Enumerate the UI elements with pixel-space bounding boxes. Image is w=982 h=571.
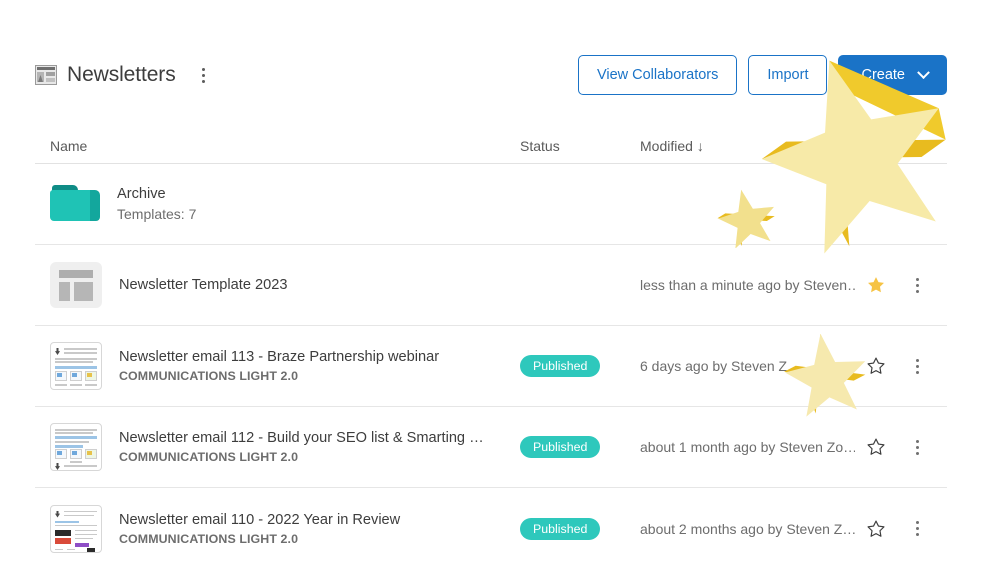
row-status-cell: Published (520, 355, 640, 377)
row-overflow-menu-icon[interactable] (897, 439, 937, 455)
star-filled-icon (868, 277, 884, 293)
create-button-label: Create (861, 67, 905, 83)
row-favorite-toggle[interactable] (855, 356, 897, 376)
page-header: Newsletters View Collaborators Import Cr… (35, 52, 947, 98)
column-header-name[interactable]: Name (35, 138, 520, 154)
row-favorite-toggle[interactable] (855, 275, 897, 295)
status-badge: Published (520, 436, 601, 458)
row-title: Archive (117, 186, 166, 202)
chevron-down-icon (917, 65, 930, 79)
row-subtitle: COMMUNICATIONS LIGHT 2.0 (119, 450, 299, 464)
status-badge: Published (520, 355, 601, 377)
table-header-row: Name Status Modified ↓ (35, 128, 947, 164)
header-actions: View Collaborators Import Create (577, 55, 947, 95)
newsletters-page: Newsletters View Collaborators Import Cr… (0, 0, 982, 571)
column-header-modified-label: Modified (640, 137, 693, 154)
row-status-cell: Published (520, 517, 640, 540)
row-modified-cell: less than a minute ago by Steven… (640, 277, 855, 293)
row-subtitle: COMMUNICATIONS LIGHT 2.0 (119, 531, 299, 546)
row-favorite-toggle[interactable] (855, 437, 897, 457)
table-row[interactable]: Newsletter email 113 - Braze Partnership… (35, 326, 947, 407)
email-template-thumbnail-c (50, 504, 102, 553)
row-name-cell: Newsletter Template 2023 (35, 262, 520, 308)
row-title: Newsletter Template 2023 (119, 277, 288, 293)
row-overflow-menu-icon[interactable] (897, 277, 937, 293)
row-modified-cell: about 1 month ago by Steven Zo… (640, 439, 855, 455)
row-name-text: Newsletter email 112 - Build your SEO li… (119, 430, 484, 464)
row-name-text: Newsletter Template 2023 (119, 277, 287, 293)
view-collaborators-button[interactable]: View Collaborators (577, 55, 738, 95)
row-overflow-menu-icon[interactable] (897, 196, 937, 212)
row-favorite-toggle[interactable] (855, 519, 897, 539)
table-row[interactable]: Newsletter email 110 - 2022 Year in Revi… (35, 488, 947, 569)
column-header-status[interactable]: Status (520, 138, 640, 154)
email-template-thumbnail-b (50, 423, 102, 471)
table-row[interactable]: Newsletter email 112 - Build your SEO li… (35, 407, 947, 488)
row-name-text: Newsletter email 113 - Braze Partnership… (119, 349, 439, 383)
star-outline-icon (867, 357, 885, 374)
row-name-cell: Newsletter email 113 - Braze Partnership… (35, 342, 520, 390)
row-title: Newsletter email 112 - Build your SEO li… (119, 430, 484, 446)
row-overflow-menu-icon[interactable] (897, 521, 937, 536)
star-outline-icon (867, 520, 885, 537)
table-row[interactable]: Archive Templates: 7 (35, 164, 947, 245)
row-name-text: Archive Templates: 7 (117, 186, 196, 222)
row-name-cell: Newsletter email 110 - 2022 Year in Revi… (35, 504, 520, 553)
row-name-text: Newsletter email 110 - 2022 Year in Revi… (119, 512, 400, 546)
newsletters-table: Name Status Modified ↓ Archive Templates… (35, 128, 947, 569)
newsletter-thumbnail-icon (35, 65, 57, 85)
sort-descending-icon: ↓ (696, 137, 704, 154)
row-title: Newsletter email 113 - Braze Partnership… (119, 349, 440, 365)
row-overflow-menu-icon[interactable] (897, 358, 937, 374)
star-outline-icon (867, 438, 885, 455)
row-name-cell: Archive Templates: 7 (35, 185, 520, 223)
page-overflow-menu-icon[interactable] (195, 64, 213, 86)
row-modified-cell: about 2 months ago by Steven Z… (640, 520, 855, 537)
page-title: Newsletters (67, 63, 176, 86)
column-header-modified[interactable]: Modified ↓ (640, 138, 855, 154)
layout-placeholder-icon (50, 262, 102, 308)
folder-icon (50, 185, 100, 223)
title-group: Newsletters (35, 63, 213, 87)
email-template-thumbnail-a (50, 342, 102, 390)
row-modified-cell: 6 days ago by Steven Z… (640, 358, 802, 374)
row-name-cell: Newsletter email 112 - Build your SEO li… (35, 423, 520, 471)
row-title: Newsletter email 110 - 2022 Year in Revi… (119, 511, 401, 528)
row-status-cell: Published (520, 436, 640, 458)
create-button[interactable]: Create (838, 55, 947, 95)
row-subtitle: COMMUNICATIONS LIGHT 2.0 (119, 369, 299, 383)
row-subtitle: Templates: 7 (117, 206, 197, 222)
table-row[interactable]: Newsletter Template 2023 less than a min… (35, 245, 947, 326)
status-badge: Published (520, 517, 601, 540)
import-button[interactable]: Import (748, 55, 828, 95)
